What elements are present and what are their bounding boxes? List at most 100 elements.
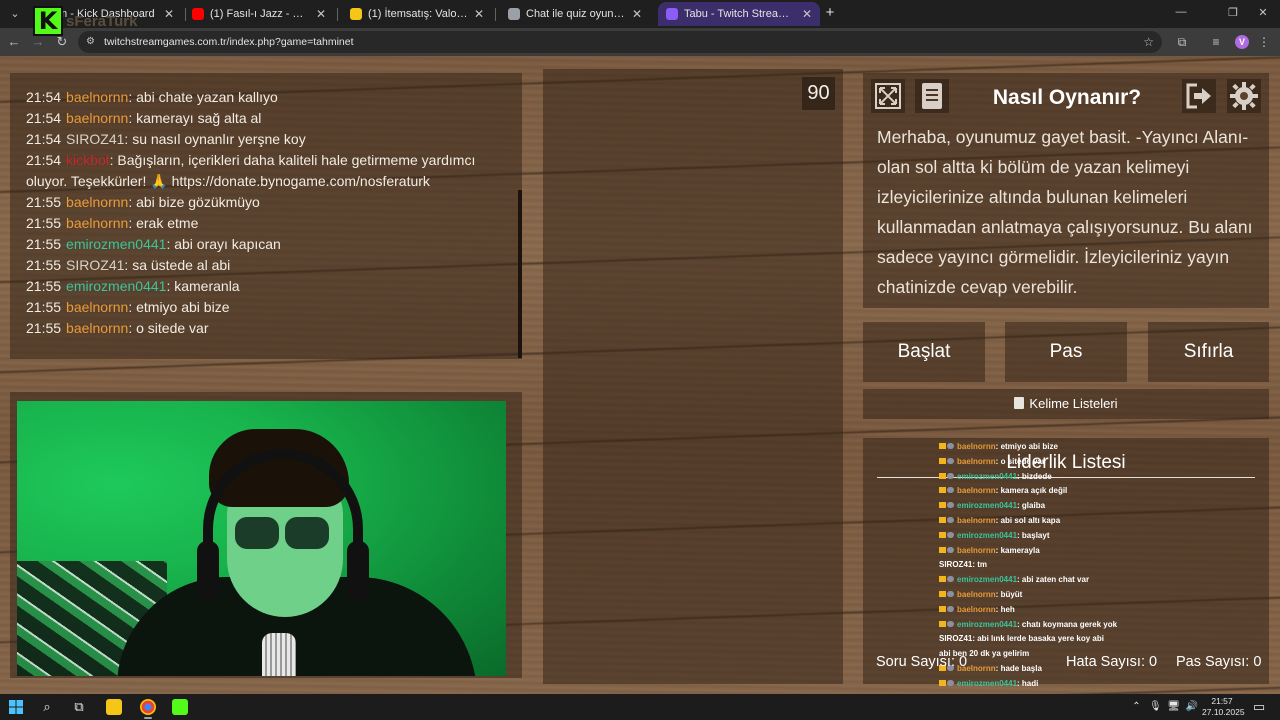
webcam-panel [10, 392, 522, 678]
network-icon[interactable]: 🖥 [1167, 701, 1180, 712]
tab-close-icon[interactable]: ✕ [801, 2, 813, 26]
tab-close-icon[interactable]: ✕ [631, 2, 643, 26]
chat-username[interactable]: emirozmen0441 [66, 236, 166, 252]
chat-username[interactable]: SIROZ41 [66, 131, 124, 147]
close-window-icon[interactable]: ✕ [1256, 6, 1270, 19]
browser-tab[interactable]: (1) İtemsatış: Valorant VP, P ✕ [342, 2, 492, 26]
chat-scrollbar[interactable] [518, 190, 522, 358]
pass-count-value: 0 [1253, 654, 1262, 670]
crown-badge-icon [939, 605, 946, 612]
windows-taskbar: ⌕ ⧉ ⌃ 🎙 🖥 🔊 21:57 27.10.2025 ▭ [0, 694, 1280, 720]
user-badge-icon [947, 443, 954, 449]
settings-gear-icon[interactable] [1227, 79, 1261, 113]
browser-toolbar: ← → ↻ ⚙ twitchstreamgames.com.tr/index.p… [0, 28, 1280, 56]
overlay-chat-username: baelnornn [957, 456, 996, 466]
chrome-taskbar-icon[interactable] [140, 699, 156, 715]
extensions-icon[interactable]: ⧉ [1174, 34, 1190, 50]
chat-message: 21:54 baelnornn: abi chate yazan kallıyo [26, 87, 496, 108]
chat-text: kameranla [174, 278, 240, 294]
bookmark-star-icon[interactable]: ☆ [1143, 31, 1154, 53]
taskbar-clock[interactable]: 21:57 27.10.2025 [1202, 696, 1245, 718]
chat-text: su nasıl oynanlır yerşne koy [132, 131, 306, 147]
overlay-chat-text: abi sol altı kapa [1000, 515, 1061, 525]
kick-taskbar-icon[interactable] [172, 699, 188, 715]
crown-badge-icon [939, 576, 946, 583]
overlay-chat-text: o sitede var [1000, 456, 1046, 466]
overlay-chat-message: baelnornn: büyüt [939, 588, 1199, 603]
browser-tab[interactable]: Chat ile quiz oyunları ✕ [500, 2, 650, 26]
chat-message: 21:54 kickbot: Bağışların, içerikleri dah… [26, 150, 496, 192]
chrome-menu-icon[interactable]: ⋮ [1256, 34, 1272, 50]
profile-avatar[interactable]: V [1235, 35, 1249, 49]
search-icon[interactable]: ⌕ [38, 698, 56, 716]
pass-count-stat: Pas Sayısı: 0 [1176, 654, 1261, 670]
tab-title: (1) Fasıl-ı Jazz - YEKTE - You [210, 8, 310, 20]
tab-close-icon[interactable]: ✕ [473, 2, 485, 26]
chat-username[interactable]: baelnornn [66, 320, 128, 336]
webcam-glasses-left [235, 517, 279, 549]
tab-favicon-icon [192, 8, 204, 20]
chat-timestamp: 21:54 [26, 110, 62, 126]
chat-username[interactable]: SIROZ41 [66, 257, 124, 273]
user-badge-icon [947, 472, 954, 479]
pass-button[interactable]: Pas [1005, 322, 1127, 382]
address-bar[interactable]: ⚙ twitchstreamgames.com.tr/index.php?gam… [78, 31, 1162, 53]
volume-icon[interactable]: 🔊 [1186, 701, 1198, 712]
media-controls-icon[interactable]: ≡ [1208, 34, 1224, 50]
chat-message-list: 21:54 baelnornn: abi chate yazan kallıyo 2… [26, 87, 496, 339]
new-tab-button[interactable]: + [822, 4, 838, 22]
webcam-video [17, 401, 506, 676]
overlay-chat-message: emirozmen0441: başlayt [939, 529, 1199, 544]
overlay-chat-text: kamera açık değil [1000, 486, 1068, 496]
chat-username[interactable]: baelnornn [66, 89, 128, 105]
overlay-chat-message: SIROZ41: abi lınk lerde basaka yere koy … [939, 632, 1199, 647]
overlay-chat-message: baelnornn: abi sol altı kapa [939, 514, 1199, 529]
minimize-icon[interactable]: — [1174, 6, 1188, 18]
system-tray[interactable]: ⌃ 🎙 🖥 🔊 [1132, 698, 1198, 716]
notifications-icon[interactable]: ▭ [1250, 698, 1268, 716]
chat-message: 21:55 baelnornn: erak etme [26, 213, 496, 234]
microphone-icon[interactable]: 🎙 [1149, 701, 1162, 712]
back-icon[interactable]: ← [6, 33, 22, 51]
tab-close-icon[interactable]: ✕ [315, 2, 327, 26]
site-info-icon[interactable]: ⚙ [86, 35, 99, 48]
chat-username[interactable]: emirozmen0441 [66, 278, 166, 294]
rules-document-icon[interactable] [915, 79, 949, 113]
crown-badge-icon [939, 531, 946, 538]
error-count-value: 0 [1149, 654, 1158, 670]
windows-start-icon[interactable] [7, 698, 25, 716]
fullscreen-icon[interactable] [871, 79, 905, 113]
chat-separator: : [128, 299, 137, 315]
overlay-chat-username: emirozmen0441 [957, 575, 1018, 585]
reset-button[interactable]: Sıfırla [1148, 322, 1269, 382]
logout-icon[interactable] [1182, 79, 1216, 113]
url-text[interactable]: twitchstreamgames.com.tr/index.php?game=… [104, 31, 354, 53]
tab-close-icon[interactable]: ✕ [163, 2, 175, 26]
browser-tab[interactable]: (1) Fasıl-ı Jazz - YEKTE - You ✕ [184, 2, 334, 26]
overlay-chat-text: hadi [1021, 678, 1039, 688]
chat-username[interactable]: baelnornn [66, 110, 128, 126]
chat-username[interactable]: kickbot [66, 152, 110, 168]
chat-username[interactable]: baelnornn [66, 299, 128, 315]
browser-tab[interactable]: Tabu - Twitch Stream Games ✕ [658, 2, 820, 26]
chat-text: sa üstede al abi [132, 257, 231, 273]
user-badge-icon [947, 516, 954, 523]
chat-username[interactable]: baelnornn [66, 194, 128, 210]
tray-chevron-icon[interactable]: ⌃ [1132, 701, 1140, 712]
restore-icon[interactable]: ❐ [1226, 6, 1240, 19]
crown-badge-icon [939, 516, 946, 523]
user-badge-icon [947, 590, 954, 597]
chat-text: abi chate yazan kallıyo [136, 89, 278, 105]
word-lists-button[interactable]: Kelime Listeleri [863, 389, 1269, 419]
overlay-chat-username: baelnornn [957, 486, 996, 496]
chat-username[interactable]: baelnornn [66, 215, 128, 231]
page-content: 21:54 baelnornn: abi chate yazan kallıyo 2… [0, 56, 1280, 694]
tab-title: Tabu - Twitch Stream Games [684, 8, 796, 20]
start-button[interactable]: Başlat [863, 322, 985, 382]
tab-search-icon[interactable]: ⌄ [6, 5, 24, 23]
chat-text: abi orayı kapıcan [174, 236, 281, 252]
task-view-icon[interactable]: ⧉ [70, 698, 88, 716]
chat-timestamp: 21:55 [26, 194, 62, 210]
file-explorer-icon[interactable] [106, 699, 122, 715]
user-badge-icon [947, 487, 954, 494]
